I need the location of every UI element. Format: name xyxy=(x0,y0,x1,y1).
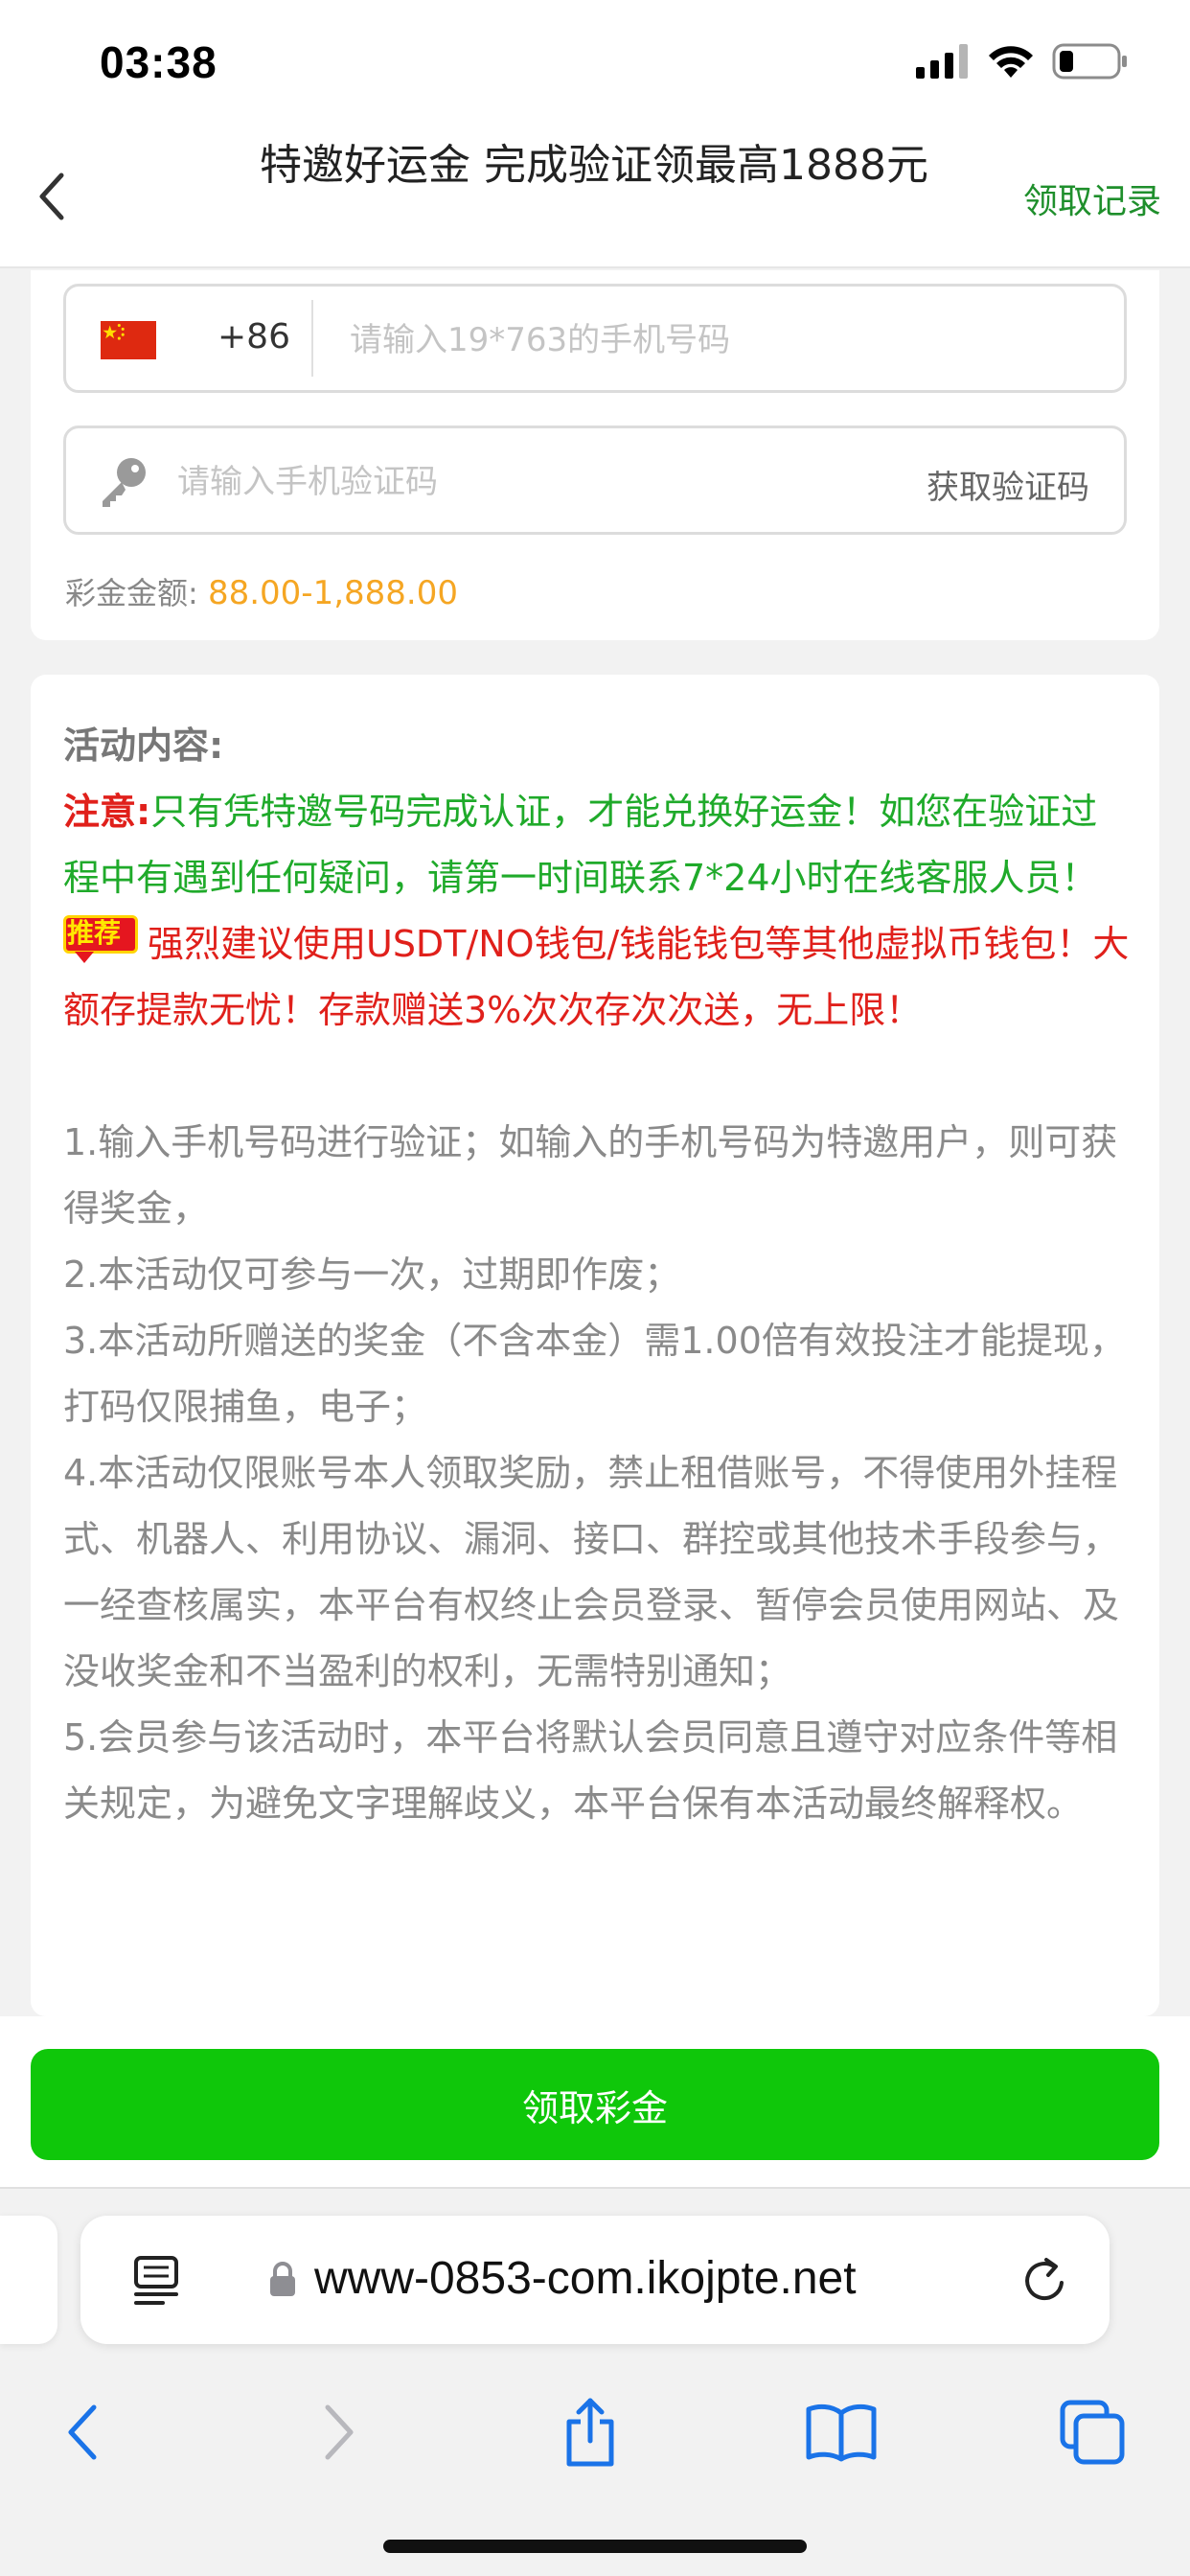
wifi-icon xyxy=(989,46,1033,78)
browser-back-icon xyxy=(68,2404,97,2460)
page-title: 特邀好运金 完成验证领最高1888元 xyxy=(260,141,928,190)
activity-title: 活动内容: xyxy=(63,724,224,767)
rule-item: 2.本活动仅可参与一次，过期即作废； xyxy=(63,1254,681,1296)
rule-item: 4.本活动仅限账号本人领取奖励，禁止租借账号，不得使用外挂程式、机器人、利用协议… xyxy=(63,1452,1120,1692)
bookmarks-button[interactable] xyxy=(803,2394,880,2471)
activity-body: 活动内容: 注意:只有凭特邀号码完成认证，才能兑换好运金！如您在验证过程中有遇到… xyxy=(63,713,1133,1837)
home-indicator xyxy=(383,2540,807,2553)
recommend-badge: 推荐 xyxy=(63,914,140,963)
verification-form: +86 获取验证码 彩金金额: 88.00-1,888.00 xyxy=(31,270,1159,640)
browser-back-button[interactable] xyxy=(44,2394,121,2471)
code-field: 获取验证码 xyxy=(63,426,1127,535)
address-bar[interactable]: www-0853-com.ikojpte.net xyxy=(80,2216,1110,2344)
tabs-icon xyxy=(1060,2400,1125,2465)
country-code-selector[interactable]: +86 xyxy=(217,317,290,356)
rule-item: 5.会员参与该活动时，本平台将默认会员同意且遵守对应条件等相关规定，为避免文字理… xyxy=(63,1716,1118,1825)
browser-chrome: www-0853-com.ikojpte.net xyxy=(0,2187,1190,2576)
rule-item: 3.本活动所赠送的奖金（不含本金）需1.00倍有效投注才能提现，打码仅限捕鱼，电… xyxy=(63,1320,1126,1428)
bonus-amount-value: 88.00-1,888.00 xyxy=(207,574,458,612)
tabs-button[interactable] xyxy=(1054,2394,1131,2471)
key-icon xyxy=(103,458,146,507)
get-code-button[interactable]: 获取验证码 xyxy=(927,461,1089,508)
lock-icon xyxy=(270,2262,295,2296)
claim-bonus-button[interactable]: 领取彩金 xyxy=(31,2049,1159,2160)
status-bar: 03:38 xyxy=(0,0,1190,129)
browser-forward-icon xyxy=(325,2404,354,2460)
battery-icon xyxy=(1052,43,1127,80)
bonus-amount-row: 彩金金额: 88.00-1,888.00 xyxy=(65,569,458,613)
activity-content-card: 活动内容: 注意:只有凭特邀号码完成认证，才能兑换好运金！如您在验证过程中有遇到… xyxy=(31,675,1159,2016)
share-button[interactable] xyxy=(552,2394,629,2471)
recommend-badge-text: 推荐 xyxy=(67,916,122,949)
recommend-text: 强烈建议使用USDT/NO钱包/钱能钱包等其他虚拟币钱包！大额存提款无忧！存款赠… xyxy=(63,923,1130,1031)
nav-header: 特邀好运金 完成验证领最高1888元 领取记录 xyxy=(0,129,1190,268)
share-icon xyxy=(566,2398,614,2467)
back-button[interactable] xyxy=(29,168,77,225)
url-text[interactable]: www-0853-com.ikojpte.net xyxy=(314,2252,857,2305)
browser-toolbar xyxy=(0,2375,1190,2490)
phone-input[interactable] xyxy=(350,313,1097,367)
previous-tab-peek[interactable] xyxy=(0,2216,57,2344)
status-icons xyxy=(916,42,1129,80)
notice-text: 只有凭特邀号码完成认证，才能兑换好运金！如您在验证过程中有遇到任何疑问，请第一时… xyxy=(63,791,1098,899)
recommend-paragraph: 推荐 强烈建议使用USDT/NO钱包/钱能钱包等其他虚拟币钱包！大额存提款无忧！… xyxy=(63,911,1133,1044)
bonus-amount-label: 彩金金额: xyxy=(65,575,198,611)
china-flag-icon[interactable] xyxy=(101,321,156,359)
browser-forward-button[interactable] xyxy=(301,2394,378,2471)
back-chevron-icon xyxy=(39,172,64,220)
action-bar: 领取彩金 xyxy=(0,2016,1190,2187)
verification-code-input[interactable] xyxy=(177,455,848,509)
notice-paragraph: 注意:只有凭特邀号码完成认证，才能兑换好运金！如您在验证过程中有遇到任何疑问，请… xyxy=(63,779,1133,911)
cellular-signal-icon xyxy=(916,44,968,79)
bookmarks-icon xyxy=(806,2404,877,2462)
notice-label: 注意: xyxy=(63,791,151,833)
status-time: 03:38 xyxy=(100,37,217,87)
reader-mode-icon[interactable] xyxy=(128,2252,184,2308)
reload-icon[interactable] xyxy=(1018,2254,1071,2308)
claim-record-link[interactable]: 领取记录 xyxy=(1023,173,1161,223)
divider xyxy=(311,300,313,377)
phone-field: +86 xyxy=(63,284,1127,393)
rule-item: 1.输入手机号码进行验证；如输入的手机号码为特邀用户，则可获得奖金， xyxy=(63,1121,1118,1230)
